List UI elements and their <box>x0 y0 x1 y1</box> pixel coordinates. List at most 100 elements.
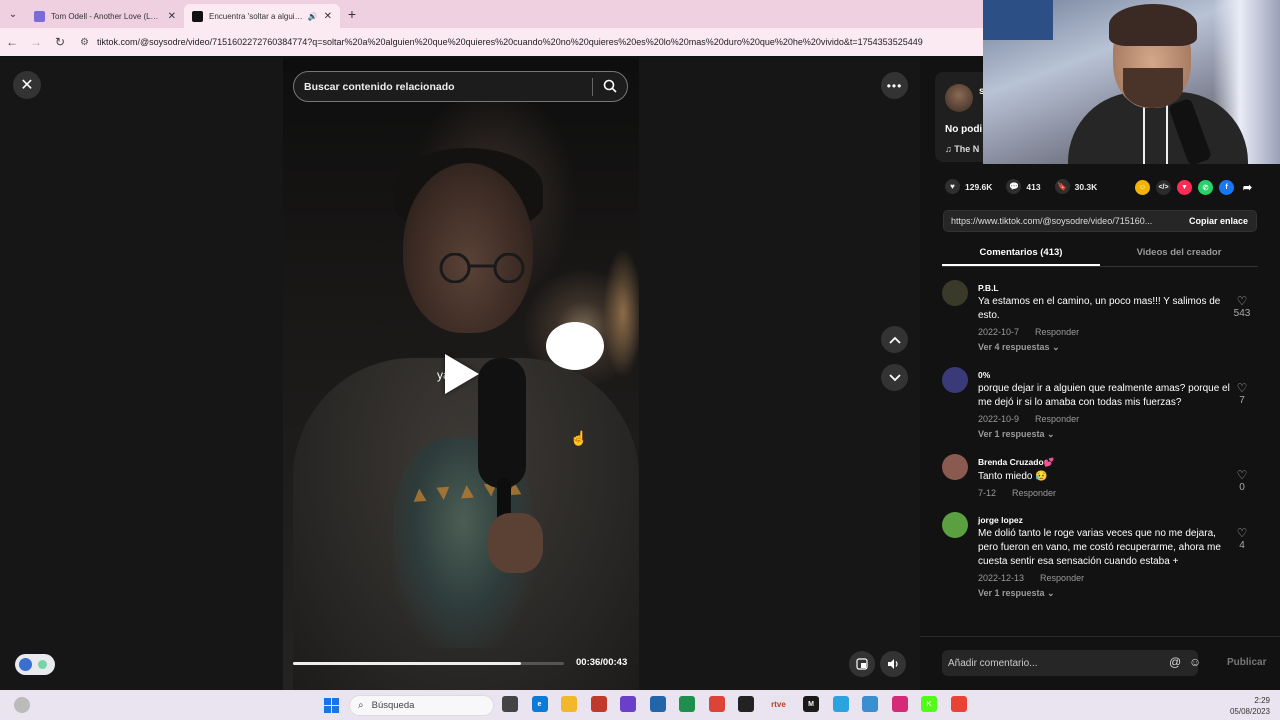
widgets-icon[interactable] <box>14 697 30 713</box>
reply-button[interactable]: Responder <box>1012 488 1056 498</box>
picture-in-picture-icon <box>856 658 868 670</box>
comment-like-button[interactable]: ♡ 543 <box>1230 294 1254 319</box>
emoji-icon[interactable]: ☺ <box>1189 655 1201 669</box>
play-icon[interactable] <box>445 354 479 394</box>
video-frame[interactable]: ▲▼▲▼▲ ya ☝ <box>283 58 639 690</box>
telegram-icon[interactable] <box>832 696 849 712</box>
divider <box>920 636 1280 637</box>
comment-text: Tanto miedo 😥 <box>978 471 1048 482</box>
comment-date: 2022-12-13 <box>978 573 1025 583</box>
add-comment-input[interactable]: Añadir comentario... @ ☺ <box>942 650 1201 676</box>
commenter-name[interactable]: 0% <box>978 363 1258 380</box>
previous-video-button[interactable] <box>881 326 908 353</box>
comment-meta: 2022-10-9 Responder <box>978 414 1258 424</box>
heart-icon: ♡ <box>1236 381 1248 395</box>
tab-list-button[interactable]: ⌄ <box>0 0 26 28</box>
mention-icon[interactable]: @ <box>1169 655 1181 669</box>
reload-icon[interactable]: ↻ <box>48 35 72 49</box>
rtve-icon[interactable]: rtve <box>767 696 790 712</box>
volume-button[interactable] <box>880 651 906 677</box>
app-icon[interactable] <box>590 696 607 712</box>
music-row[interactable]: ♫ The N <box>945 144 979 154</box>
publish-button[interactable]: Publicar <box>1227 657 1266 668</box>
next-video-button[interactable] <box>881 364 908 391</box>
heart-icon: ♡ <box>1236 294 1248 308</box>
app-icon[interactable] <box>738 696 754 712</box>
comment-meta: 7-12 Responder <box>978 488 1258 498</box>
author-avatar[interactable] <box>945 84 973 112</box>
comment-like-button[interactable]: ♡ 0 <box>1230 468 1254 493</box>
search-icon[interactable] <box>603 79 617 93</box>
app-icon[interactable] <box>950 696 967 712</box>
panel-tabs: Comentarios (413) Videos del creador <box>942 241 1258 267</box>
kick-icon[interactable]: K <box>921 696 937 712</box>
pip-button[interactable] <box>849 651 875 677</box>
reply-button[interactable]: Responder <box>1035 327 1079 337</box>
view-replies-label: Ver 4 respuestas <box>978 342 1050 352</box>
comment-stat[interactable]: 💬 413 <box>1006 179 1041 194</box>
share-friends-icon[interactable]: ☺ <box>1135 180 1150 195</box>
app-icon[interactable] <box>620 696 636 712</box>
commenter-name[interactable]: jorge lopez <box>978 508 1258 525</box>
windows-start-icon[interactable] <box>324 698 339 713</box>
facebook-icon[interactable]: f <box>1219 180 1234 195</box>
commenter-avatar[interactable] <box>942 454 968 480</box>
commenter-avatar[interactable] <box>942 367 968 393</box>
comment-like-button[interactable]: ♡ 7 <box>1230 381 1254 406</box>
taskbar-apps: e rtve M K <box>502 696 980 712</box>
close-video-button[interactable]: ✕ <box>13 71 41 99</box>
share-arrow-icon[interactable]: ➦ <box>1240 180 1255 195</box>
whatsapp-icon[interactable]: ✆ <box>1198 180 1213 195</box>
copy-link-button[interactable]: Copiar enlace <box>1189 216 1248 226</box>
related-search-input[interactable]: Buscar contenido relacionado <box>293 71 628 102</box>
video-progress-bar[interactable] <box>293 662 564 665</box>
tab-creator-videos[interactable]: Videos del creador <box>1100 241 1258 266</box>
close-tab-icon[interactable]: ✕ <box>324 11 332 22</box>
url-field[interactable]: ⚙ tiktok.com/@soysodre/video/71516022727… <box>80 37 940 48</box>
glasses-shape <box>439 253 525 283</box>
commenter-avatar[interactable] <box>942 280 968 306</box>
app-icon[interactable] <box>649 696 666 712</box>
send-icon[interactable]: ▼ <box>1177 180 1192 195</box>
file-icon[interactable] <box>502 696 518 712</box>
reply-button[interactable]: Responder <box>1035 414 1079 424</box>
folder-icon[interactable] <box>561 696 577 712</box>
more-options-button[interactable]: ••• <box>881 72 908 99</box>
app-icon[interactable] <box>679 696 695 712</box>
commenter-avatar[interactable] <box>942 512 968 538</box>
app-icon[interactable] <box>862 696 878 712</box>
likes-count: 129.6K <box>965 181 993 192</box>
instagram-icon[interactable] <box>891 696 908 712</box>
comment-icon: 💬 <box>1006 179 1022 194</box>
save-stat[interactable]: 🔖 30.3K <box>1054 179 1097 194</box>
view-replies-button[interactable]: Ver 1 respuesta ⌄ <box>978 429 1258 440</box>
site-info-icon[interactable]: ⚙ <box>80 37 89 48</box>
comment-item: Brenda Cruzado💕 Tanto miedo 😥 7-12 Responde… <box>942 450 1258 498</box>
extension-toggle[interactable] <box>15 654 55 675</box>
new-tab-button[interactable]: + <box>340 6 364 22</box>
speaker-icon[interactable]: 🔊 <box>308 12 318 21</box>
comment-like-count: 4 <box>1239 540 1245 551</box>
system-clock[interactable]: 2:29 05/08/2023 <box>1230 695 1270 717</box>
commenter-name[interactable]: P.B.L <box>978 276 1258 293</box>
comment-like-button[interactable]: ♡ 4 <box>1230 526 1254 551</box>
embed-icon[interactable]: </> <box>1156 180 1171 195</box>
music-note-icon: ♫ <box>945 144 955 154</box>
view-replies-button[interactable]: Ver 4 respuestas ⌄ <box>978 342 1258 353</box>
link-box: https://www.tiktok.com/@soysodre/video/7… <box>943 210 1257 232</box>
view-replies-button[interactable]: Ver 1 respuesta ⌄ <box>978 588 1258 599</box>
chrome-icon[interactable] <box>708 696 725 712</box>
edge-icon[interactable]: e <box>531 696 548 712</box>
browser-tab-1[interactable]: Tom Odell - Another Love (Lyri… ✕ <box>26 4 184 28</box>
like-stat[interactable]: ♥ 129.6K <box>945 179 992 194</box>
commenter-name[interactable]: Brenda Cruzado💕 <box>978 450 1258 468</box>
video-link[interactable]: https://www.tiktok.com/@soysodre/video/7… <box>951 216 1181 226</box>
app-icon[interactable]: M <box>803 696 819 712</box>
close-tab-icon[interactable]: ✕ <box>168 11 176 22</box>
reply-button[interactable]: Responder <box>1040 573 1084 583</box>
forward-icon[interactable]: → <box>24 35 48 49</box>
taskbar-search[interactable]: ⌕ Búsqueda <box>349 695 494 716</box>
back-icon[interactable]: ← <box>0 35 24 49</box>
browser-tab-2[interactable]: Encuentra 'soltar a alguien q… 🔊 ✕ <box>184 4 340 28</box>
tab-comments[interactable]: Comentarios (413) <box>942 241 1100 266</box>
